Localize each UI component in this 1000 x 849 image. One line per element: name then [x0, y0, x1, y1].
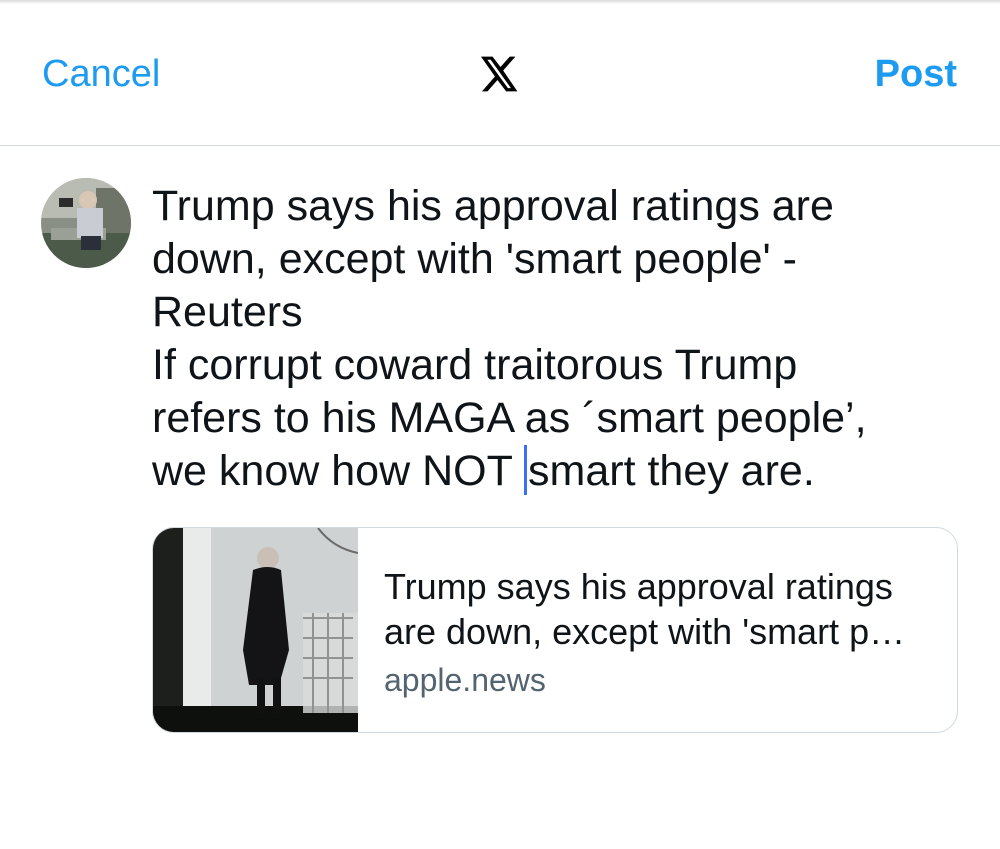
post-button[interactable]: Post	[875, 53, 957, 96]
link-preview-title: Trump says his approval ratings are down…	[384, 564, 944, 654]
link-preview-thumbnail	[153, 528, 358, 732]
link-preview-card[interactable]: Trump says his approval ratings are down…	[152, 527, 958, 733]
tweet-text-field[interactable]: Trump says his approval ratings are down…	[152, 180, 972, 498]
tweet-text-after-caret: smart they are.	[528, 447, 815, 495]
text-caret	[524, 445, 528, 495]
avatar-photo	[41, 178, 131, 268]
user-avatar[interactable]	[41, 178, 131, 268]
compose-header: Cancel Post	[0, 0, 1000, 146]
link-preview-title-line-2: are down, except with 'smart p…	[384, 611, 906, 652]
cancel-button[interactable]: Cancel	[42, 53, 160, 96]
x-logo-icon	[481, 56, 518, 92]
link-preview-domain: apple.news	[384, 662, 546, 698]
link-preview-title-line-1: Trump says his approval ratings	[384, 566, 893, 607]
